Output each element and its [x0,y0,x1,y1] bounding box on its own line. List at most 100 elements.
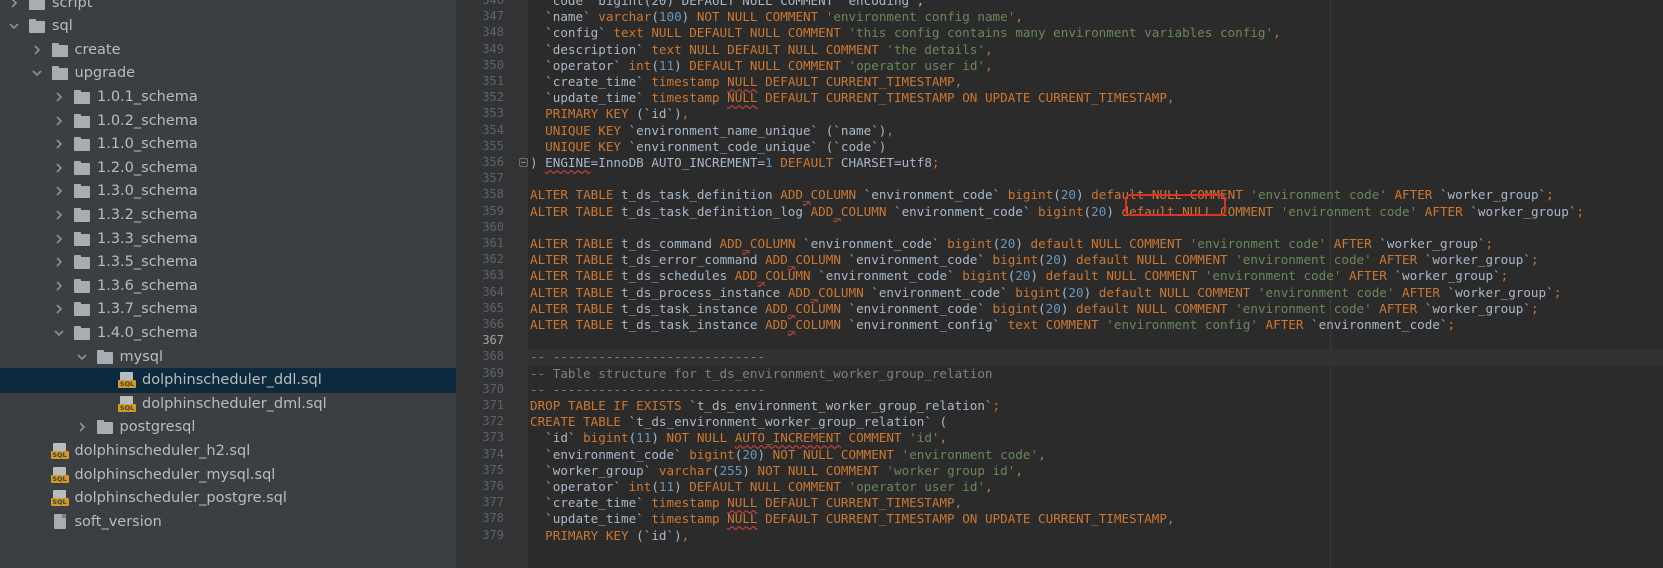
code-token: `worker_group` [1394,268,1501,284]
code-token: ( [651,57,659,73]
line-number: 366 [482,317,504,331]
code-line[interactable]: PRIMARY KEY (`id`), [530,527,689,544]
tree-folder-item[interactable]: 1.0.2_schema [0,108,456,133]
code-token: ) [1106,203,1122,219]
code-line[interactable]: `id` bigint(11) NOT NULL AUTO_INCREMENT … [530,429,947,446]
tree-folder-item[interactable]: 1.2.0_schema [0,155,456,180]
chevron-down-icon[interactable] [6,18,22,34]
code-line[interactable]: ALTER TABLE t_ds_task_definition_log ADD… [530,203,1584,220]
chevron-right-icon[interactable] [29,42,45,58]
chevron-right-icon[interactable] [6,0,22,11]
chevron-right-icon[interactable] [51,113,67,129]
chevron-right-icon[interactable] [51,136,67,152]
code-line[interactable]: UNIQUE KEY `environment_code_unique` (`c… [530,138,886,155]
chevron-right-icon[interactable] [51,183,67,199]
code-line[interactable]: ALTER TABLE t_ds_task_instance ADD_COLUM… [530,316,1455,333]
code-line[interactable]: `environment_code` bigint(20) NOT NULL C… [530,446,1046,463]
line-number: 357 [482,171,504,186]
chevron-right-icon[interactable] [51,301,67,317]
chevron-right-icon[interactable] [51,160,67,176]
code-line[interactable]: `create_time` timestamp NULL DEFAULT CUR… [530,73,962,90]
code-token: , [1015,462,1023,478]
chevron-down-icon[interactable] [51,325,67,341]
code-line[interactable]: `update_time` timestamp NULL DEFAULT CUR… [530,89,1174,106]
tree-item-label: dolphinscheduler_ddl.sql [142,372,322,389]
chevron-right-icon[interactable] [51,231,67,247]
code-line[interactable]: ) ENGINE=InnoDB AUTO_INCREMENT=1 DEFAULT… [530,154,940,171]
code-line[interactable]: `update_time` timestamp NULL DEFAULT CUR… [530,510,1174,527]
code-line[interactable]: ALTER TABLE t_ds_task_definition ADD_COL… [530,186,1554,203]
code-line[interactable]: `operator` int(11) DEFAULT NULL COMMENT … [530,57,992,74]
chevron-right-icon[interactable] [51,89,67,105]
line-number: 364 [482,284,504,299]
tree-item-label: postgresql [119,419,196,436]
line-number: 379 [482,527,504,542]
code-line[interactable]: -- ---------------------------- [530,348,765,365]
code-token: varchar [598,9,652,25]
tree-folder-item[interactable]: create [0,37,456,62]
code-line[interactable]: `description` text NULL DEFAULT NULL COM… [530,41,992,58]
code-token: 'environment code' [901,446,1039,462]
tree-folder-item[interactable]: 1.0.1_schema [0,84,456,109]
code-token: 'operator user id' [848,479,985,494]
tree-folder-item[interactable]: 1.3.6_schema [0,273,456,298]
tree-folder-item[interactable]: sql [0,14,456,39]
code-line[interactable]: ALTER TABLE t_ds_schedules ADD_COLUMN `e… [530,267,1508,284]
tree-file-item[interactable]: SQL dolphinscheduler_h2.sql [0,438,456,463]
code-token: 20 [1091,203,1107,219]
code-token: 'this config contains many environment v… [848,25,1274,41]
code-token: t_ds_command [621,236,720,251]
tree-folder-item[interactable]: postgresql [0,415,456,440]
code-token: AFTER [1341,268,1395,284]
code-line[interactable]: UNIQUE KEY `environment_name_unique` (`n… [530,122,894,139]
code-line[interactable]: ALTER TABLE t_ds_task_instance ADD_COLUM… [530,300,1539,317]
code-line[interactable]: `config` text NULL DEFAULT NULL COMMENT … [530,24,1281,41]
code-line[interactable]: DROP TABLE IF EXISTS `t_ds_environment_w… [530,397,1000,414]
code-line[interactable]: ALTER TABLE t_ds_error_command ADD_COLUM… [530,251,1539,268]
code-line[interactable]: `name` varchar(100) NOT NULL COMMENT 'en… [530,8,1023,25]
tree-item-label: dolphinscheduler_mysql.sql [74,466,276,483]
chevron-right-icon[interactable] [51,254,67,270]
tree-folder-item[interactable]: upgrade [0,61,456,86]
code-line[interactable]: ALTER TABLE t_ds_process_instance ADD_CO… [530,284,1561,301]
tree-folder-item[interactable]: 1.3.3_schema [0,226,456,251]
code-token: AFTER [1394,284,1448,300]
code-token: 11 [658,57,675,73]
code-line[interactable]: ALTER TABLE t_ds_command ADD_COLUMN `env… [530,235,1493,252]
fold-marker-icon[interactable] [519,158,528,167]
chevron-right-icon[interactable] [51,278,67,294]
code-line[interactable]: `operator` int(11) DEFAULT NULL COMMENT … [530,478,992,495]
tree-folder-item[interactable]: 1.3.2_schema [0,202,456,227]
chevron-right-icon[interactable] [74,419,90,435]
chevron-right-icon[interactable] [51,207,67,223]
tree-folder-item[interactable]: 1.4.0_schema [0,320,456,345]
tree-file-item[interactable]: SQL dolphinscheduler_ddl.sql [0,367,456,393]
code-line[interactable]: -- ---------------------------- [530,381,765,398]
tree-folder-item[interactable]: mysql [0,344,456,369]
code-line[interactable]: CREATE TABLE `t_ds_environment_worker_gr… [530,413,947,430]
tree-folder-item[interactable]: 1.3.7_schema [0,297,456,322]
code-token: 255 [719,462,743,478]
code-token: AFTER [1371,300,1425,316]
tree-file-item[interactable]: SQL dolphinscheduler_postgre.sql [0,486,456,511]
code-line[interactable]: `create_time` timestamp NULL DEFAULT CUR… [530,494,962,511]
code-token: ; [1500,268,1509,284]
code-token: AFTER [1386,187,1440,203]
code-line[interactable]: `worker_group` varchar(255) NOT NULL COM… [530,462,1023,479]
code-token: NOT NULL COMMENT [757,462,887,478]
tree-file-item[interactable]: SQL dolphinscheduler_dml.sql [0,391,456,416]
tree-folder-item[interactable]: 1.3.5_schema [0,250,456,275]
chevron-down-icon[interactable] [74,349,90,365]
tree-file-item[interactable]: soft_version [0,509,456,534]
tree-folder-item[interactable]: 1.3.0_schema [0,179,456,204]
code-token: NOT NULL COMMENT [696,9,826,25]
code-line[interactable]: PRIMARY KEY (`id`), [530,105,689,122]
tree-file-item[interactable]: SQL dolphinscheduler_mysql.sql [0,462,456,487]
code-token: text NULL DEFAULT NULL COMMENT [613,25,849,41]
code-line[interactable]: -- Table structure for t_ds_environment_… [530,365,993,382]
tree-item-label: 1.1.0_schema [97,136,198,153]
chevron-down-icon[interactable] [29,65,45,81]
code-editor[interactable]: 346 347 348 349 350 351 352 353 354 355 356 357 358 3… [456,0,1663,568]
tree-folder-item[interactable]: 1.1.0_schema [0,132,456,157]
line-number: 376 [482,479,504,493]
